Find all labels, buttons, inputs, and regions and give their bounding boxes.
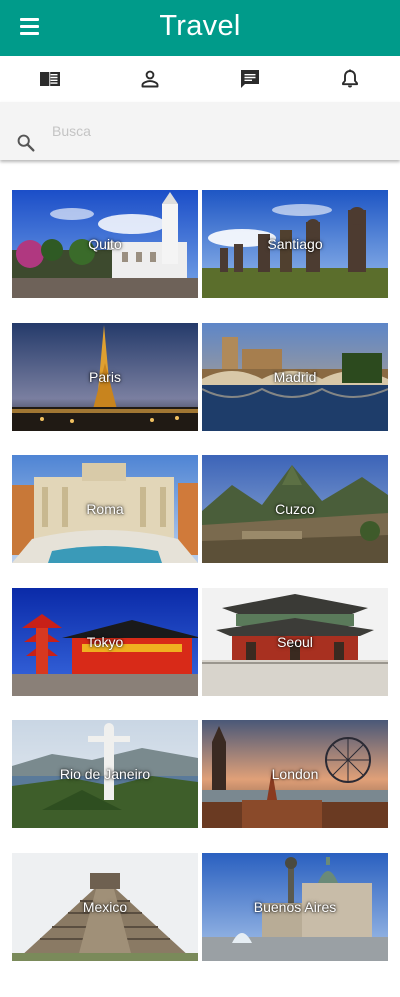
destination-card-seoul[interactable]: Seoul: [202, 588, 388, 696]
search-input[interactable]: [52, 116, 382, 146]
destination-label: Tokyo: [86, 634, 124, 650]
icon-toolbar: [0, 56, 400, 102]
destination-card-paris[interactable]: Paris: [12, 323, 198, 431]
destination-card-santiago[interactable]: Santiago: [202, 190, 388, 298]
destination-card-tokyo[interactable]: Tokyo: [12, 588, 198, 696]
book-icon[interactable]: [0, 56, 100, 102]
chat-icon[interactable]: [200, 56, 300, 102]
destination-card-london[interactable]: London: [202, 720, 388, 828]
destination-label: Buenos Aires: [253, 899, 337, 915]
destination-label: Mexico: [82, 899, 128, 915]
app-bar: Travel: [0, 0, 400, 56]
destination-card-cuzco[interactable]: Cuzco: [202, 455, 388, 563]
destination-label: Santiago: [267, 236, 323, 252]
destination-label: Seoul: [277, 634, 313, 650]
destination-label: Rio de Janeiro: [59, 766, 151, 782]
destination-card-rio-de-janeiro[interactable]: Rio de Janeiro: [12, 720, 198, 828]
destination-card-quito[interactable]: Quito: [12, 190, 198, 298]
destination-label: Quito: [88, 236, 122, 252]
person-icon[interactable]: [100, 56, 200, 102]
app-title: Travel: [159, 10, 241, 42]
destination-card-roma[interactable]: Roma: [12, 455, 198, 563]
destination-label: Cuzco: [275, 501, 315, 517]
destination-card-madrid[interactable]: Madrid: [202, 323, 388, 431]
destination-label: Paris: [89, 369, 121, 385]
destination-label: Roma: [86, 501, 124, 517]
search-icon: [17, 134, 35, 152]
destination-card-buenos-aires[interactable]: Buenos Aires: [202, 853, 388, 961]
bell-icon[interactable]: [300, 56, 400, 102]
destination-label: Madrid: [273, 369, 317, 385]
destination-card-mexico[interactable]: Mexico: [12, 853, 198, 961]
destination-label: London: [271, 766, 319, 782]
